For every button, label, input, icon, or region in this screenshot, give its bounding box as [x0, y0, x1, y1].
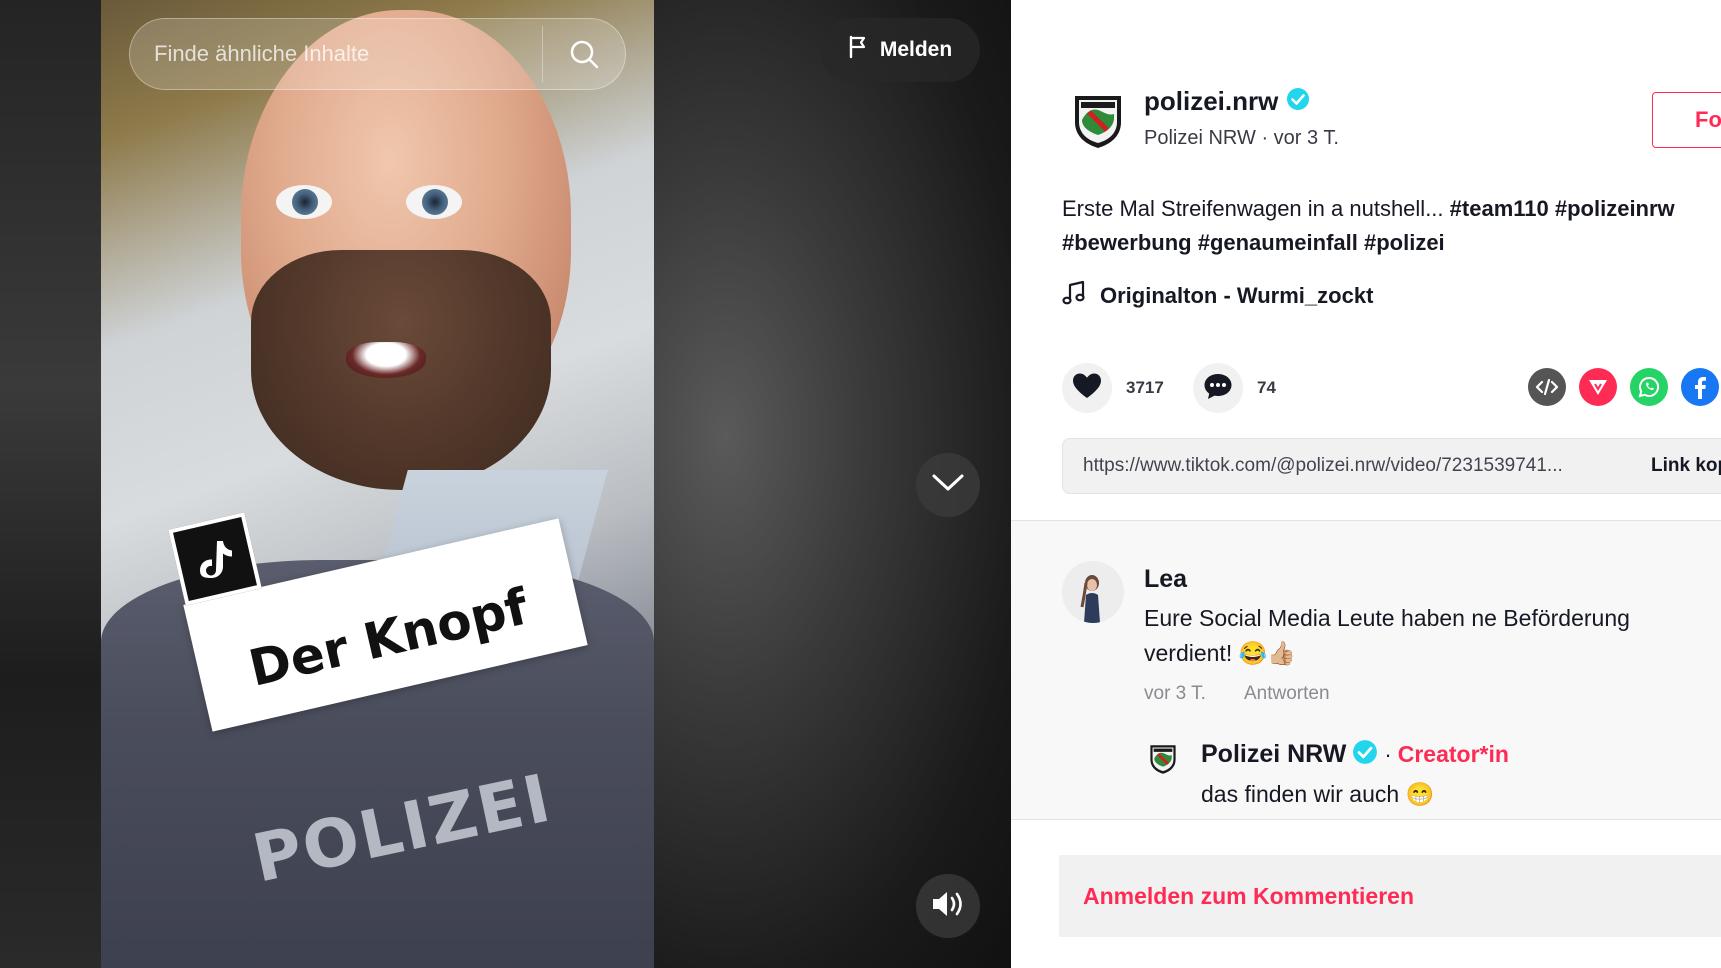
author-display-name: Polizei NRW: [1144, 127, 1256, 149]
reply-header: Polizei NRW · Creator*in: [1201, 739, 1509, 770]
share-link-box: https://www.tiktok.com/@polizei.nrw/vide…: [1062, 438, 1721, 494]
author-avatar[interactable]: [1067, 90, 1129, 152]
caption-text: Erste Mal Streifenwagen in a nutshell...: [1062, 196, 1444, 221]
like-button[interactable]: [1062, 363, 1112, 413]
music-title: Originalton - Wurmi_zockt: [1100, 282, 1374, 308]
comment-bubble-icon: [1203, 372, 1233, 405]
post-time: vor 3 T.: [1273, 127, 1339, 149]
whatsapp-icon[interactable]: [1630, 368, 1668, 406]
reply-separator: ·: [1384, 741, 1392, 767]
search-icon[interactable]: [543, 19, 625, 89]
comment-time: vor 3 T.: [1144, 683, 1206, 704]
embed-icon[interactable]: [1528, 368, 1566, 406]
share-link-url[interactable]: https://www.tiktok.com/@polizei.nrw/vide…: [1083, 455, 1623, 477]
author-meta: Polizei NRW · vor 3 T.: [1144, 127, 1339, 150]
chevron-down-icon: [931, 473, 965, 498]
copy-link-button[interactable]: Link kopieren: [1651, 455, 1721, 477]
video-backdrop-left: [0, 0, 101, 968]
video-player[interactable]: POLIZEI Der Knopf: [101, 0, 654, 968]
author-handle-row: polizei.nrw: [1144, 86, 1310, 117]
volume-button[interactable]: [916, 874, 980, 938]
author-handle[interactable]: polizei.nrw: [1144, 86, 1278, 117]
music-link[interactable]: Originalton - Wurmi_zockt: [1062, 280, 1373, 311]
search-input[interactable]: [130, 19, 542, 89]
reply-text: das finden wir auch 😁: [1201, 781, 1435, 807]
music-note-icon: [1062, 280, 1086, 311]
video-person-eye: [276, 185, 332, 219]
comments-list: Lea Eure Social Media Leute haben ne Bef…: [1011, 520, 1721, 820]
like-action: 3717: [1062, 363, 1164, 413]
login-to-comment-button[interactable]: Anmelden zum Kommentieren: [1059, 855, 1721, 937]
comment-meta: vor 3 T. Antworten: [1144, 683, 1330, 705]
search-bar: [129, 18, 626, 90]
reply-author[interactable]: Polizei NRW: [1201, 740, 1346, 769]
video-person-eye: [406, 185, 462, 219]
reply-avatar[interactable]: [1146, 741, 1180, 777]
comment-author[interactable]: Lea: [1144, 565, 1187, 594]
heart-icon: [1072, 372, 1102, 405]
hashtag-link[interactable]: #team110: [1450, 196, 1549, 221]
creator-badge: Creator*in: [1397, 741, 1509, 767]
like-count: 3717: [1126, 378, 1164, 397]
comment-button[interactable]: [1193, 363, 1243, 413]
avatar[interactable]: [1062, 561, 1124, 623]
report-label: Melden: [879, 38, 953, 61]
report-button[interactable]: Melden: [820, 18, 980, 82]
hashtag-link[interactable]: #genaumeinfall: [1198, 230, 1358, 255]
hashtag-link[interactable]: #polizeinrw: [1555, 196, 1675, 221]
next-video-button[interactable]: [916, 453, 980, 517]
volume-icon: [930, 889, 966, 924]
hashtag-link[interactable]: #bewerbung: [1062, 230, 1192, 255]
video-details-panel: polizei.nrw Polizei NRW · vor 3 T. Folge…: [1011, 0, 1721, 968]
comment-count: 74: [1257, 378, 1276, 397]
verified-badge-icon: [1352, 739, 1378, 770]
facebook-icon[interactable]: [1681, 368, 1719, 406]
login-to-comment-label: Anmelden zum Kommentieren: [1083, 882, 1414, 909]
reply-button[interactable]: Antworten: [1244, 683, 1330, 705]
verified-badge-icon: [1286, 87, 1310, 116]
video-stage: POLIZEI Der Knopf Melden: [0, 0, 1011, 968]
comment-text: Eure Social Media Leute haben ne Beförde…: [1144, 605, 1630, 666]
video-person-mouth: [346, 342, 426, 378]
comment-action: 74: [1193, 363, 1276, 413]
video-caption: Erste Mal Streifenwagen in a nutshell...…: [1062, 192, 1721, 260]
telegram-icon[interactable]: [1579, 368, 1617, 406]
hashtag-link[interactable]: #polizei: [1364, 230, 1445, 255]
meta-separator: ·: [1261, 127, 1269, 149]
flag-icon: [848, 35, 870, 65]
follow-button[interactable]: Folgen: [1652, 92, 1721, 148]
